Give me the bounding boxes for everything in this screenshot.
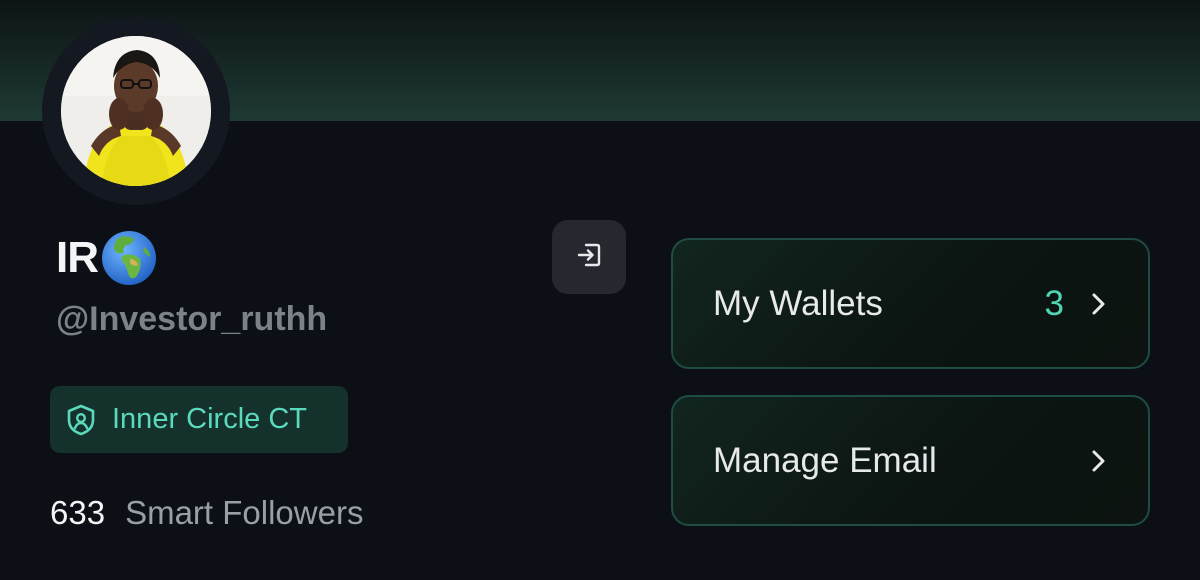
manage-email-button[interactable]: Manage Email: [671, 395, 1150, 526]
followers-label: Smart Followers: [125, 494, 364, 531]
my-wallets-button[interactable]: My Wallets 3: [671, 238, 1150, 369]
display-name: IR: [56, 228, 158, 288]
smart-followers: 633 Smart Followers: [50, 494, 363, 532]
chevron-right-icon: [1088, 289, 1110, 319]
logout-icon: [574, 240, 604, 275]
avatar-frame: [42, 17, 230, 205]
wallet-count: 3: [1044, 283, 1064, 323]
followers-count: 633: [50, 494, 106, 531]
user-handle: @Investor_ruthh: [56, 300, 328, 338]
shield-user-icon: [64, 403, 98, 437]
display-name-text: IR: [56, 233, 99, 282]
badge-label: Inner Circle CT: [112, 403, 307, 435]
globe-icon: [100, 229, 158, 287]
chevron-right-icon: [1088, 446, 1110, 476]
manage-email-label: Manage Email: [713, 440, 937, 480]
inner-circle-badge[interactable]: Inner Circle CT: [50, 386, 348, 453]
logout-button[interactable]: [552, 220, 626, 294]
my-wallets-label: My Wallets: [713, 283, 883, 323]
avatar[interactable]: [61, 36, 211, 186]
